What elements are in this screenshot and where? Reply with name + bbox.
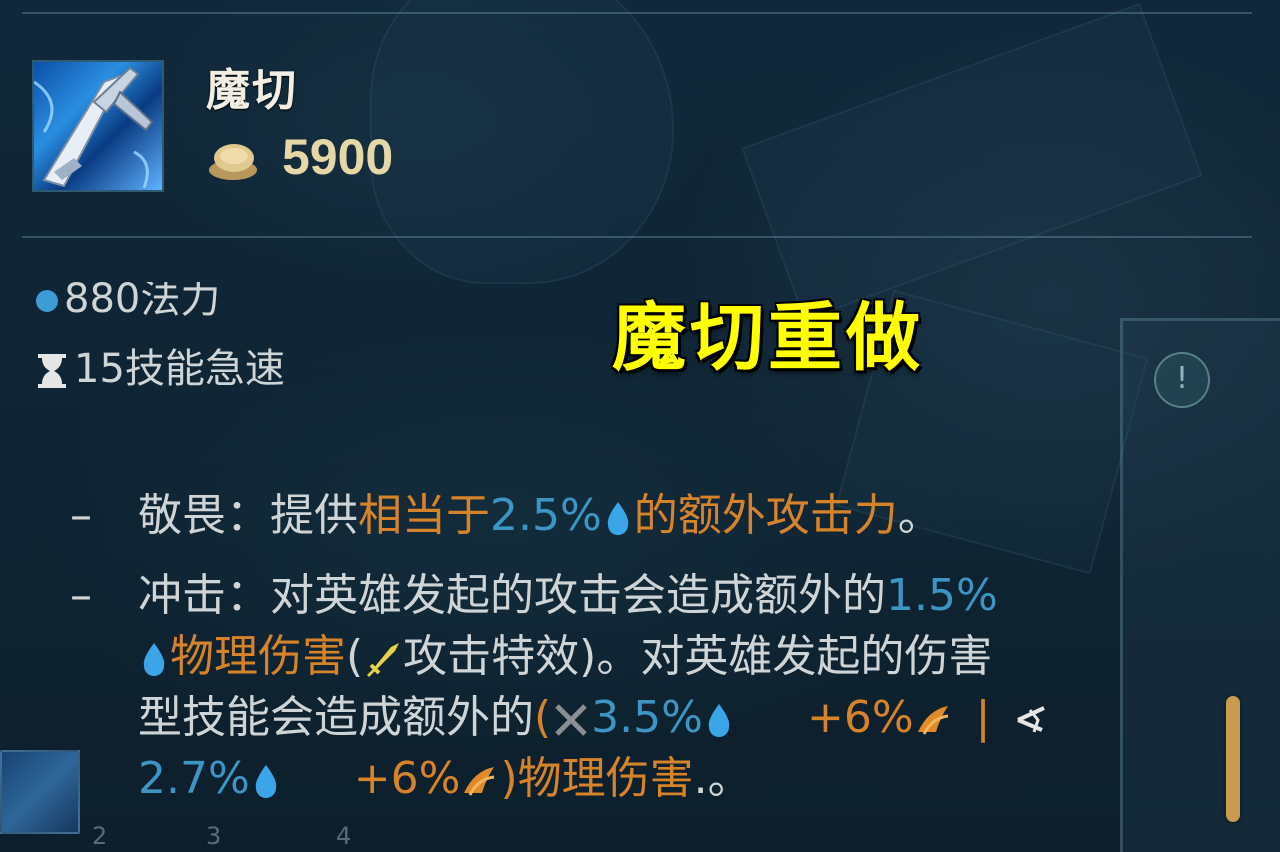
ranged-bonus: +6%	[353, 753, 461, 804]
stat-ability-power-text: 880法力	[64, 282, 221, 322]
ranged-percent: 2.7%	[138, 753, 250, 804]
on-hit-sword-icon	[367, 643, 400, 677]
stat-ability-power: 880法力	[34, 282, 220, 322]
awe-percent: 2.5%	[490, 490, 602, 541]
mana-drop-icon	[143, 643, 165, 676]
tooltip-scrollbar[interactable]	[1226, 696, 1240, 822]
passive-awe: – 敬畏：提供相当于2.5% 的额外攻击力。	[70, 485, 942, 546]
awe-end: 。	[897, 490, 942, 541]
item-price: 5900	[282, 129, 394, 185]
gold-coin-icon	[209, 144, 257, 180]
bullet-dash: –	[70, 490, 92, 541]
item-name: 魔切	[206, 65, 298, 116]
hourglass-icon	[38, 354, 66, 388]
ability-power-icon	[36, 290, 58, 312]
ping-button[interactable]: !	[1154, 352, 1210, 408]
shock-paren-open: (	[346, 631, 364, 682]
awe-equiv: 相当于	[358, 490, 490, 541]
shock-label: 冲击：对英雄发起的攻击会造成额外的	[138, 570, 886, 621]
awe-rest: 的额外攻击力	[633, 490, 898, 541]
shock-dmg-type: 物理伤害	[170, 631, 346, 682]
map-background-shape	[370, 0, 674, 284]
mana-drop-icon	[255, 765, 277, 798]
stat-ability-haste: 15技能急速	[34, 336, 285, 394]
hotbar-slot-number: 3	[206, 822, 222, 850]
stat-ability-haste-text: 15技能急速	[74, 346, 285, 392]
bonus-ad-claw-icon	[464, 767, 495, 796]
passive-shock: – 冲击：对英雄发起的攻击会造成额外的1.5%	[70, 565, 998, 626]
melee-percent: 3.5%	[591, 692, 703, 743]
awe-label: 敬畏：提供	[138, 490, 358, 541]
melee-crossed-swords-icon	[555, 704, 587, 736]
bullet-dash: –	[70, 570, 92, 621]
hotbar-slot-number: 4	[336, 822, 352, 850]
shock-line3-start: 型技能会造成额外的	[138, 692, 534, 743]
shock-percent: 1.5%	[886, 570, 998, 621]
melee-paren-open: (	[534, 692, 552, 743]
hotbar-item-slot[interactable]	[0, 750, 80, 834]
bonus-ad-claw-icon	[917, 706, 948, 735]
ranged-paren-close: )	[500, 753, 518, 804]
shock-dmg-type2: 物理伤害	[517, 753, 694, 804]
map-background-shape	[741, 3, 1203, 321]
melee-bonus: +6%	[806, 692, 914, 743]
passive-shock-line3: 型技能会造成额外的(3.5% +6% |	[138, 687, 1052, 748]
ranged-bow-icon	[1017, 706, 1046, 733]
passive-shock-line2: 物理伤害( 攻击特效)。对英雄发起的伤害	[138, 626, 992, 687]
mana-drop-icon	[607, 502, 629, 535]
item-icon	[32, 60, 164, 192]
tooltip-screen: 魔切 5900 880法力 15技能急速 魔切重做 – 敬畏：提供相当于2.5% 的…	[0, 0, 1280, 852]
overlay-title: 魔切重做	[612, 295, 924, 381]
shock-paren-close: )。对英雄发起的伤害	[579, 631, 993, 682]
top-divider	[22, 12, 1252, 14]
mana-drop-icon	[708, 704, 730, 737]
shock-on-hit: 攻击特效	[403, 631, 580, 682]
hotbar-slot-number: 2	[92, 822, 108, 850]
range-separator: |	[975, 692, 991, 743]
shock-end: .。	[693, 753, 752, 804]
passive-shock-line4: 2.7% +6%)物理伤害.。	[138, 748, 752, 809]
blade-icon	[34, 66, 154, 189]
section-divider	[22, 236, 1252, 238]
